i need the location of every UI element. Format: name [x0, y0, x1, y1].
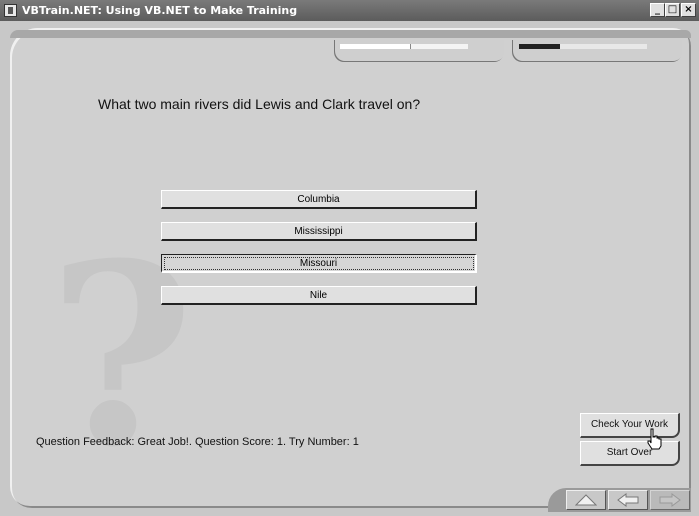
- question-text: What two main rivers did Lewis and Clark…: [98, 96, 421, 112]
- progress-fill-left: [340, 44, 412, 49]
- progress-bar-right: [519, 44, 647, 49]
- close-button[interactable]: ×: [681, 3, 696, 17]
- maximize-button[interactable]: □: [665, 3, 680, 17]
- up-arrow-icon: [575, 494, 597, 506]
- window-title: VBTrain.NET: Using VB.NET to Make Traini…: [22, 4, 298, 17]
- answer-button-missouri[interactable]: Missouri: [161, 254, 477, 273]
- forward-button[interactable]: [650, 490, 690, 510]
- up-button[interactable]: [566, 490, 606, 510]
- back-arrow-icon: [617, 493, 639, 507]
- check-your-work-button[interactable]: Check Your Work: [580, 413, 680, 438]
- progress-fill-right: [519, 44, 560, 49]
- question-feedback: Question Feedback: Great Job!. Question …: [36, 436, 359, 448]
- minimize-button[interactable]: _: [650, 3, 665, 17]
- back-button[interactable]: [608, 490, 648, 510]
- answer-button-nile[interactable]: Nile: [161, 286, 477, 305]
- hand-cursor-icon: [647, 428, 662, 450]
- title-bar: VBTrain.NET: Using VB.NET to Make Traini…: [0, 0, 699, 21]
- top-decor-strip: [10, 30, 691, 38]
- progress-bar-left: [340, 44, 468, 49]
- answer-button-mississippi[interactable]: Mississippi: [161, 222, 477, 241]
- app-icon[interactable]: [4, 4, 17, 17]
- answer-button-columbia[interactable]: Columbia: [161, 190, 477, 209]
- start-over-button[interactable]: Start Over: [580, 441, 680, 466]
- forward-arrow-icon: [659, 493, 681, 507]
